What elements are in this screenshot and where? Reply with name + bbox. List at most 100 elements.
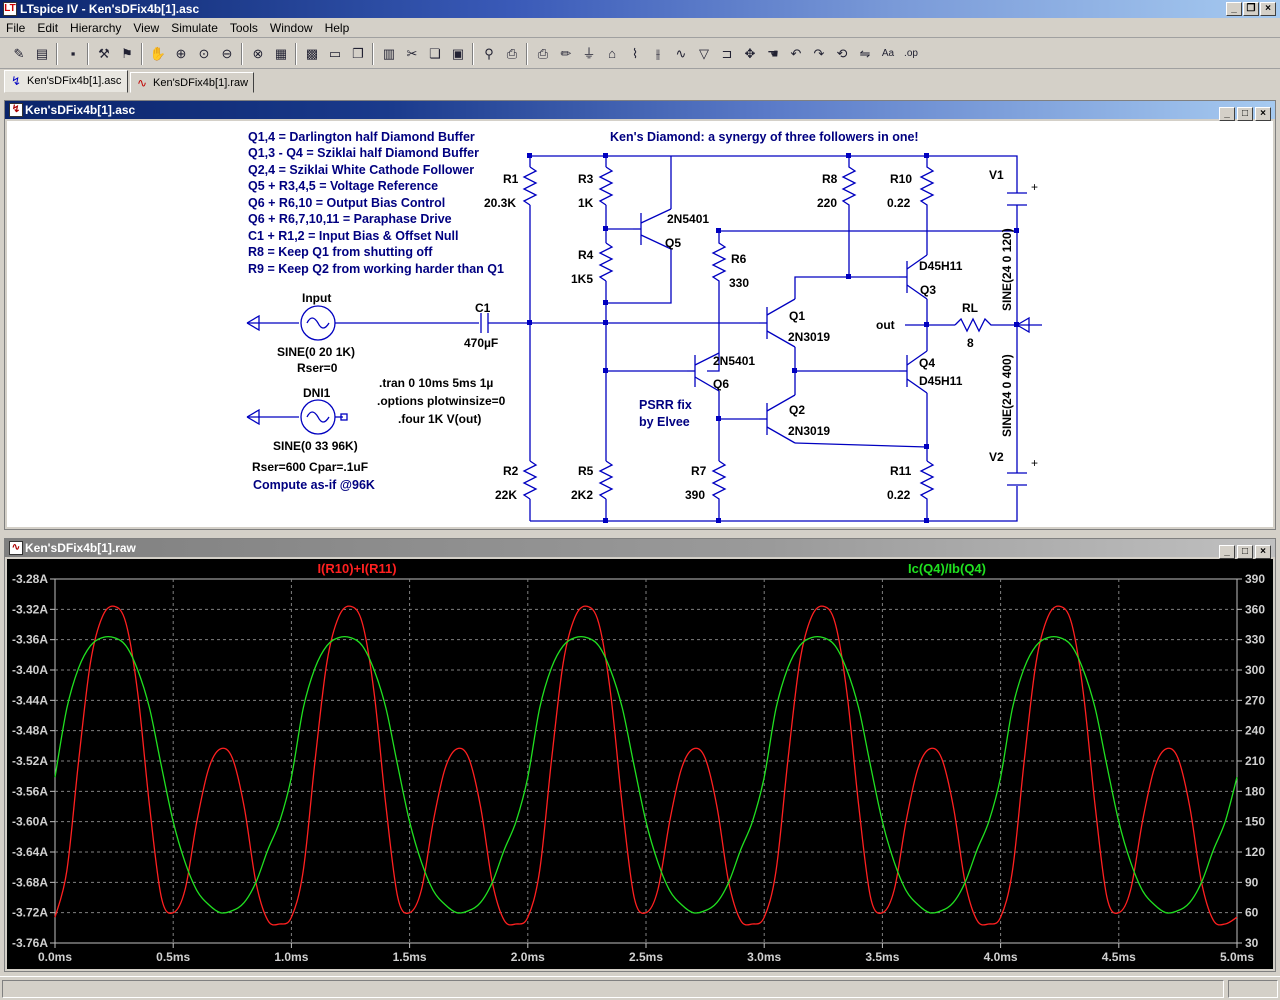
menu-window[interactable]: Window (264, 18, 319, 38)
pan-icon[interactable]: ⊙ (193, 43, 215, 65)
q4-name[interactable]: Q4 (919, 356, 935, 370)
tab-waveform[interactable]: ∿ Ken'sDFix4b[1].raw (130, 72, 254, 93)
v2-source-value[interactable]: SINE(24 0 400) (1000, 354, 1014, 437)
r11-name[interactable]: R11 (890, 464, 912, 478)
spice-directive[interactable]: .tran 0 10ms 5ms 1µ (379, 376, 493, 390)
menu-edit[interactable]: Edit (31, 18, 64, 38)
undo-icon[interactable]: ↶ (785, 43, 807, 65)
tile-vertical-icon[interactable]: ▥ (378, 43, 400, 65)
grid-icon[interactable]: ▩ (301, 43, 323, 65)
r4-value[interactable]: 1K5 (571, 272, 593, 286)
run-icon[interactable]: ⚑ (116, 43, 138, 65)
r5-name[interactable]: R5 (578, 464, 594, 478)
schematic-window-title-bar[interactable]: ↯ Ken'sDFix4b[1].asc _ □ × (5, 101, 1275, 121)
menu-help[interactable]: Help (319, 18, 356, 38)
q2-name[interactable]: Q2 (789, 403, 805, 417)
r11-value[interactable]: 0.22 (887, 488, 911, 502)
new-schematic-icon[interactable]: ✎ (8, 43, 30, 65)
dni1-source-value[interactable]: SINE(0 33 96K) (273, 439, 358, 453)
v1-source-name[interactable]: V1 (989, 168, 1004, 182)
zoom-fit-icon[interactable]: ⊗ (247, 43, 269, 65)
r2-name[interactable]: R2 (503, 464, 519, 478)
autorange-icon[interactable]: ▦ (270, 43, 292, 65)
minimize-button[interactable]: _ (1226, 2, 1242, 16)
r6-name[interactable]: R6 (731, 252, 747, 266)
r2-value[interactable]: 22K (495, 488, 517, 502)
q3-name[interactable]: Q3 (920, 283, 936, 297)
redo-icon[interactable]: ↷ (808, 43, 830, 65)
input-source-name[interactable]: Input (302, 291, 331, 305)
component-icon[interactable]: ⊐ (716, 43, 738, 65)
text-icon[interactable]: Aa (877, 43, 899, 65)
menu-simulate[interactable]: Simulate (165, 18, 224, 38)
dni1-source-name[interactable]: DNI1 (303, 386, 331, 400)
open-icon[interactable]: ▤ (31, 43, 53, 65)
cut-icon[interactable]: ✂ (401, 43, 423, 65)
close-button[interactable]: × (1255, 107, 1271, 121)
dni1-source-extra[interactable]: Rser=600 Cpar=.1uF (252, 460, 368, 474)
r1-value[interactable]: 20.3K (484, 196, 516, 210)
rotate-icon[interactable]: ⟲ (831, 43, 853, 65)
input-source-rser[interactable]: Rser=0 (297, 361, 338, 375)
r7-name[interactable]: R7 (691, 464, 707, 478)
q6-model[interactable]: 2N5401 (713, 354, 755, 368)
menu-hierarchy[interactable]: Hierarchy (64, 18, 127, 38)
waveform-chart[interactable]: 0.0ms 0.5ms 1.0ms 1.5ms 2.0ms 2.5ms 3.0ms 3.5ms… (7, 559, 1273, 969)
q3-model[interactable]: D45H11 (919, 259, 963, 273)
c1-value[interactable]: 470µF (464, 336, 498, 350)
ltspice-app-icon[interactable]: LT (3, 2, 17, 16)
restore-button[interactable]: ❐ (1243, 2, 1259, 16)
r5-value[interactable]: 2K2 (571, 488, 593, 502)
cascade-icon[interactable]: ❐ (347, 43, 369, 65)
rl-value[interactable]: 8 (967, 336, 974, 350)
menu-view[interactable]: View (127, 18, 165, 38)
q2-model[interactable]: 2N3019 (788, 424, 830, 438)
zoom-out-icon[interactable]: ⊖ (216, 43, 238, 65)
r10-value[interactable]: 0.22 (887, 196, 911, 210)
trace-legend-label[interactable]: I(R10)+I(R11) (317, 561, 396, 576)
mirror-icon[interactable]: ⇋ (854, 43, 876, 65)
q1-name[interactable]: Q1 (789, 309, 805, 323)
r4-name[interactable]: R4 (578, 248, 594, 262)
waveform-plot[interactable]: 0.0ms 0.5ms 1.0ms 1.5ms 2.0ms 2.5ms 3.0ms 3.5ms… (7, 559, 1273, 969)
r10-name[interactable]: R10 (890, 172, 912, 186)
capacitor-icon[interactable]: ⫲ (647, 43, 669, 65)
close-button[interactable]: × (1260, 2, 1276, 16)
tile-horizontal-icon[interactable]: ▭ (324, 43, 346, 65)
close-button[interactable]: × (1255, 545, 1271, 559)
spice-directive[interactable]: .four 1K V(out) (398, 412, 481, 426)
draw-wire-icon[interactable]: ✏ (555, 43, 577, 65)
v1-source-value[interactable]: SINE(24 0 120) (1000, 228, 1014, 311)
minimize-button[interactable]: _ (1219, 107, 1235, 121)
label-net-icon[interactable]: ⌂ (601, 43, 623, 65)
net-label-out[interactable]: out (876, 318, 895, 332)
spice-directive-icon[interactable]: .op (900, 43, 922, 65)
tab-schematic[interactable]: ↯ Ken'sDFix4b[1].asc (4, 70, 128, 93)
q5-model[interactable]: 2N5401 (667, 212, 709, 226)
minimize-button[interactable]: _ (1219, 545, 1235, 559)
copy-icon[interactable]: ❏ (424, 43, 446, 65)
inductor-icon[interactable]: ∿ (670, 43, 692, 65)
v2-source-name[interactable]: V2 (989, 450, 1004, 464)
menu-file[interactable]: File (0, 18, 31, 38)
diode-icon[interactable]: ▽ (693, 43, 715, 65)
zoom-in-icon[interactable]: ⊕ (170, 43, 192, 65)
find-icon[interactable]: ⚲ (478, 43, 500, 65)
q6-name[interactable]: Q6 (713, 377, 729, 391)
r8-name[interactable]: R8 (822, 172, 838, 186)
halt-icon[interactable]: ✋ (147, 43, 169, 65)
print-icon[interactable]: ⎙ (532, 43, 554, 65)
r6-value[interactable]: 330 (729, 276, 749, 290)
control-panel-icon[interactable]: ⚒ (93, 43, 115, 65)
input-source-value[interactable]: SINE(0 20 1K) (277, 345, 355, 359)
drag-icon[interactable]: ☚ (762, 43, 784, 65)
paste-icon[interactable]: ▣ (447, 43, 469, 65)
schematic-drawing[interactable]: + + Q1,4 = Darlington half Diamond Buffer… (7, 121, 1273, 527)
rl-name[interactable]: RL (962, 301, 978, 315)
q1-model[interactable]: 2N3019 (788, 330, 830, 344)
resistor-icon[interactable]: ⌇ (624, 43, 646, 65)
maximize-button[interactable]: □ (1237, 107, 1253, 121)
app-title-bar[interactable]: LTspice IV - Ken'sDFix4b[1].asc (0, 0, 1280, 18)
ground-icon[interactable]: ⏚ (578, 43, 600, 65)
trace-legend-label[interactable]: Ic(Q4)/Ib(Q4) (908, 561, 986, 576)
